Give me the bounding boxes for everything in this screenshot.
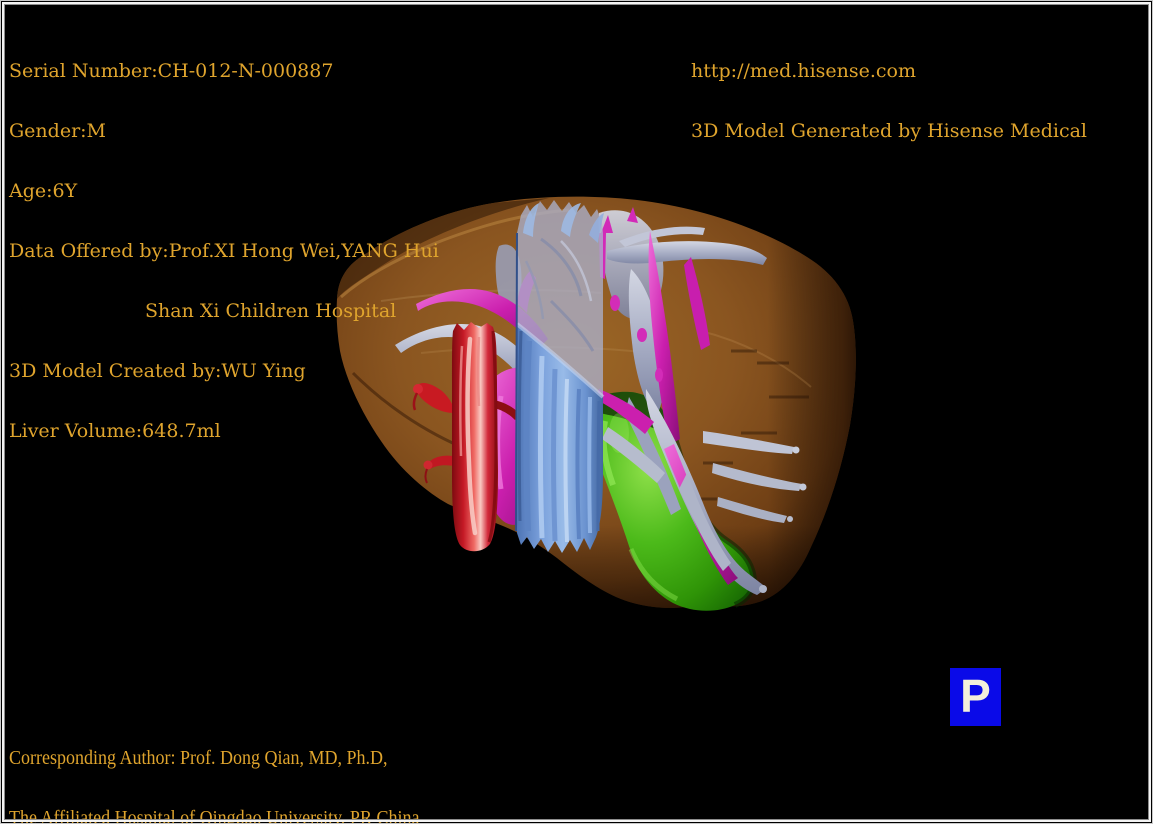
age: Age:6Y <box>9 180 78 202</box>
viewer-window: Serial Number:CH-012-N-000887 Gender:M A… <box>0 0 1153 824</box>
orientation-marker-posterior[interactable]: P <box>950 668 1001 726</box>
serial-number: Serial Number:CH-012-N-000887 <box>9 60 334 82</box>
liver-volume: Liver Volume:648.7ml <box>9 420 221 442</box>
author-affiliation: The Affiliated Hospital of Qingdao Unive… <box>9 807 420 824</box>
gender: Gender:M <box>9 120 107 142</box>
model-created-by: 3D Model Created by:WU Ying <box>9 360 306 382</box>
data-offered-by: Data Offered by:Prof.XI Hong Wei,YANG Hu… <box>9 240 439 262</box>
vendor-credit: 3D Model Generated by Hisense Medical <box>691 120 1088 142</box>
corresponding-author: Corresponding Author: Prof. Dong Qian, M… <box>9 747 388 769</box>
branding-block: http://med.hisense.com 3D Model Generate… <box>691 21 1087 181</box>
patient-info-block: Serial Number:CH-012-N-000887 Gender:M A… <box>9 21 439 481</box>
footer-credits-block: Corresponding Author: Prof. Dong Qian, M… <box>9 708 661 824</box>
hospital-name: Shan Xi Children Hospital <box>145 300 397 322</box>
inferior-vena-cava <box>515 200 605 553</box>
vendor-url: http://med.hisense.com <box>691 60 917 82</box>
